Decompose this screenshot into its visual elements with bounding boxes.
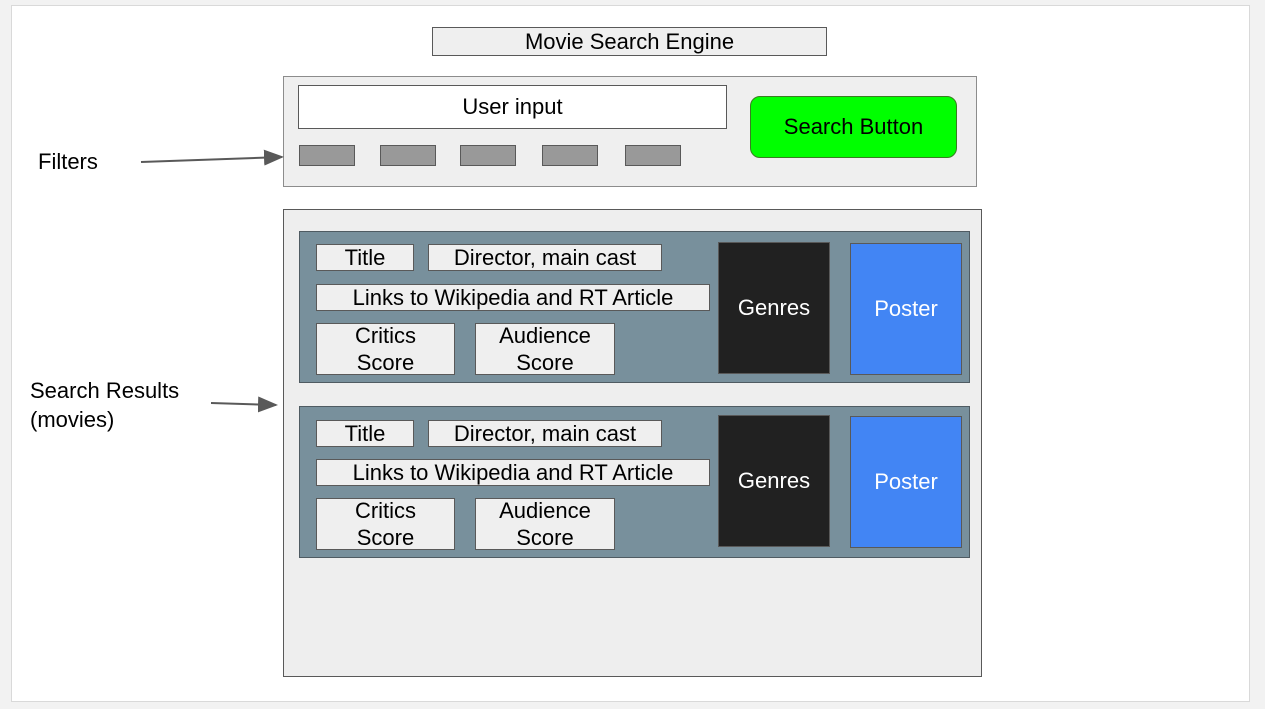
results-arrow [210,396,278,413]
filters-arrow [140,149,284,166]
annotation-arrows [140,149,284,413]
